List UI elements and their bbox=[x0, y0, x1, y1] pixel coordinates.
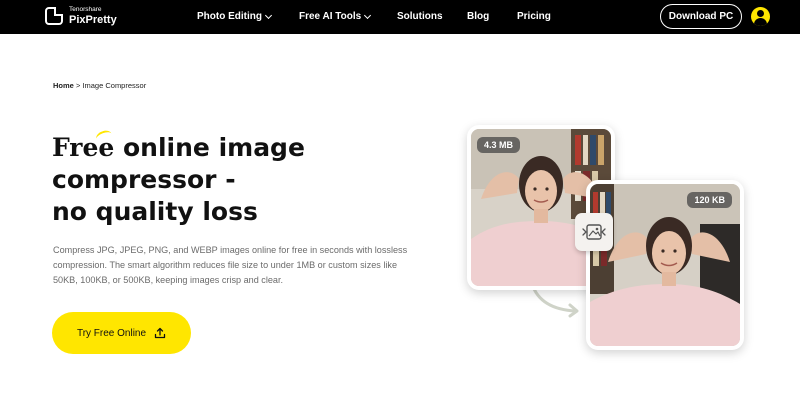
hero-description: Compress JPG, JPEG, PNG, and WEBP images… bbox=[53, 245, 408, 285]
try-free-online-button[interactable]: Try Free Online bbox=[52, 312, 191, 354]
breadcrumb-home-link[interactable]: Home bbox=[53, 81, 74, 90]
compressed-size-badge: 120 KB bbox=[687, 192, 732, 208]
nav-photo-editing[interactable]: Photo Editing bbox=[197, 11, 273, 22]
portrait-after-image bbox=[590, 184, 740, 346]
nav-pricing[interactable]: Pricing bbox=[517, 11, 551, 22]
logo-icon bbox=[45, 7, 63, 26]
cta-label: Try Free Online bbox=[76, 327, 147, 339]
user-avatar-icon[interactable] bbox=[751, 7, 770, 26]
logo-product: PixPretty bbox=[69, 13, 117, 26]
original-size-badge: 4.3 MB bbox=[477, 137, 521, 153]
chevron-down-icon bbox=[364, 11, 372, 19]
compress-image-icon bbox=[575, 213, 613, 251]
breadcrumb-current: Image Compressor bbox=[82, 81, 147, 90]
title-line1: online image bbox=[114, 133, 305, 162]
download-pc-button[interactable]: Download PC bbox=[660, 4, 742, 29]
page-title: Free online image compressor - no qualit… bbox=[52, 132, 382, 228]
title-highlight: Free bbox=[52, 133, 115, 162]
top-navigation-bar: Tenorshare PixPretty Photo Editing Free … bbox=[0, 0, 800, 34]
title-line2: compressor - bbox=[52, 165, 236, 194]
nav-blog[interactable]: Blog bbox=[467, 11, 489, 22]
logo-company: Tenorshare bbox=[69, 6, 102, 13]
upload-icon bbox=[154, 327, 166, 339]
title-line3: no quality loss bbox=[52, 197, 258, 226]
breadcrumb: Home > Image Compressor bbox=[53, 81, 146, 90]
chevron-down-icon bbox=[264, 11, 273, 19]
nav-free-ai-tools[interactable]: Free AI Tools bbox=[299, 11, 372, 22]
breadcrumb-separator: > bbox=[75, 81, 81, 90]
after-photo: 120 KB bbox=[586, 180, 744, 350]
logo[interactable]: Tenorshare PixPretty bbox=[45, 6, 117, 26]
nav-solutions[interactable]: Solutions bbox=[397, 11, 443, 22]
